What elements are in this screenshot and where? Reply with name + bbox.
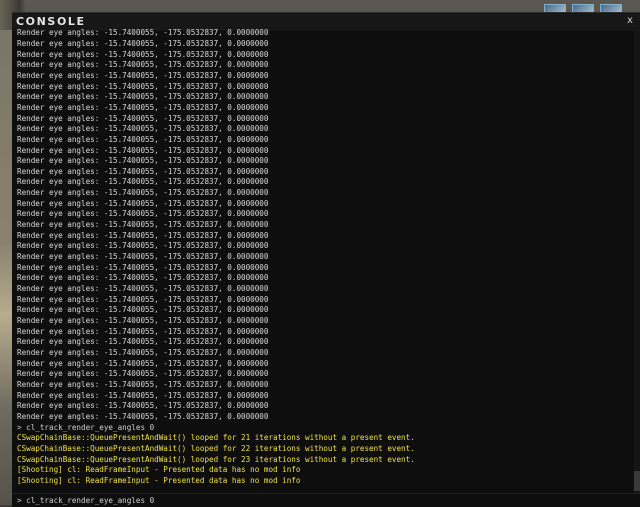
console-scrollbar[interactable]: [634, 31, 640, 493]
log-line: Render eye angles: -15.7400055, -175.053…: [17, 230, 269, 240]
log-line: Render eye angles: -15.7400055, -175.053…: [17, 252, 269, 262]
log-line: Render eye angles: -15.7400055, -175.053…: [17, 294, 269, 304]
log-line: Render eye angles: -15.7400055, -175.053…: [17, 220, 269, 230]
log-warning-line: CSwapChainBase::QueuePresentAndWait() lo…: [17, 454, 415, 464]
log-line: Render eye angles: -15.7400055, -175.053…: [17, 60, 269, 70]
log-warning-line: [Shooting] cl: ReadFrameInput - Presente…: [17, 475, 301, 485]
log-line: Render eye angles: -15.7400055, -175.053…: [17, 284, 269, 294]
console-input[interactable]: [17, 495, 617, 506]
log-warning-line: CSwapChainBase::QueuePresentAndWait() lo…: [17, 443, 415, 453]
log-line: Render eye angles: -15.7400055, -175.053…: [17, 262, 269, 272]
log-line: Render eye angles: -15.7400055, -175.053…: [17, 28, 269, 38]
log-line: Render eye angles: -15.7400055, -175.053…: [17, 326, 269, 336]
log-line: Render eye angles: -15.7400055, -175.053…: [17, 177, 269, 187]
log-line: Render eye angles: -15.7400055, -175.053…: [17, 38, 269, 48]
log-line: Render eye angles: -15.7400055, -175.053…: [17, 337, 269, 347]
log-line: Render eye angles: -15.7400055, -175.053…: [17, 70, 269, 80]
log-line: Render eye angles: -15.7400055, -175.053…: [17, 241, 269, 251]
log-line: Render eye angles: -15.7400055, -175.053…: [17, 145, 269, 155]
console-log[interactable]: Render eye angles: -15.7400055, -175.053…: [17, 27, 629, 487]
log-line: Render eye angles: -15.7400055, -175.053…: [17, 209, 269, 219]
log-line: Render eye angles: -15.7400055, -175.053…: [17, 102, 269, 112]
log-line: Render eye angles: -15.7400055, -175.053…: [17, 134, 269, 144]
log-command-line: > cl_track_render_eye_angles 0: [17, 422, 155, 432]
log-line: Render eye angles: -15.7400055, -175.053…: [17, 379, 269, 389]
log-line: Render eye angles: -15.7400055, -175.053…: [17, 401, 269, 411]
log-line: Render eye angles: -15.7400055, -175.053…: [17, 369, 269, 379]
log-line: Render eye angles: -15.7400055, -175.053…: [17, 316, 269, 325]
log-line: Render eye angles: -15.7400055, -175.053…: [17, 124, 269, 134]
log-line: Render eye angles: -15.7400055, -175.053…: [17, 305, 269, 315]
log-line: Render eye angles: -15.7400055, -175.053…: [17, 49, 269, 59]
log-line: Render eye angles: -15.7400055, -175.053…: [17, 81, 269, 91]
scrollbar-thumb[interactable]: [634, 471, 640, 491]
log-warning-line: [Shooting] cl: ReadFrameInput - Presente…: [17, 465, 301, 475]
log-line: Render eye angles: -15.7400055, -175.053…: [17, 166, 269, 176]
log-line: Render eye angles: -15.7400055, -175.053…: [17, 347, 269, 357]
log-line: Render eye angles: -15.7400055, -175.053…: [17, 411, 269, 421]
log-line: Render eye angles: -15.7400055, -175.053…: [17, 358, 269, 368]
log-line: Render eye angles: -15.7400055, -175.053…: [17, 156, 269, 166]
log-line: Render eye angles: -15.7400055, -175.053…: [17, 113, 269, 123]
log-line: Render eye angles: -15.7400055, -175.053…: [17, 390, 269, 400]
console-window: CONSOLE x Render eye angles: -15.7400055…: [12, 12, 640, 507]
log-line: Render eye angles: -15.7400055, -175.053…: [17, 273, 269, 283]
log-line: Render eye angles: -15.7400055, -175.053…: [17, 188, 269, 198]
log-warning-line: CSwapChainBase::QueuePresentAndWait() lo…: [17, 433, 415, 443]
log-line: Render eye angles: -15.7400055, -175.053…: [17, 92, 269, 102]
log-line: Render eye angles: -15.7400055, -175.053…: [17, 198, 269, 208]
